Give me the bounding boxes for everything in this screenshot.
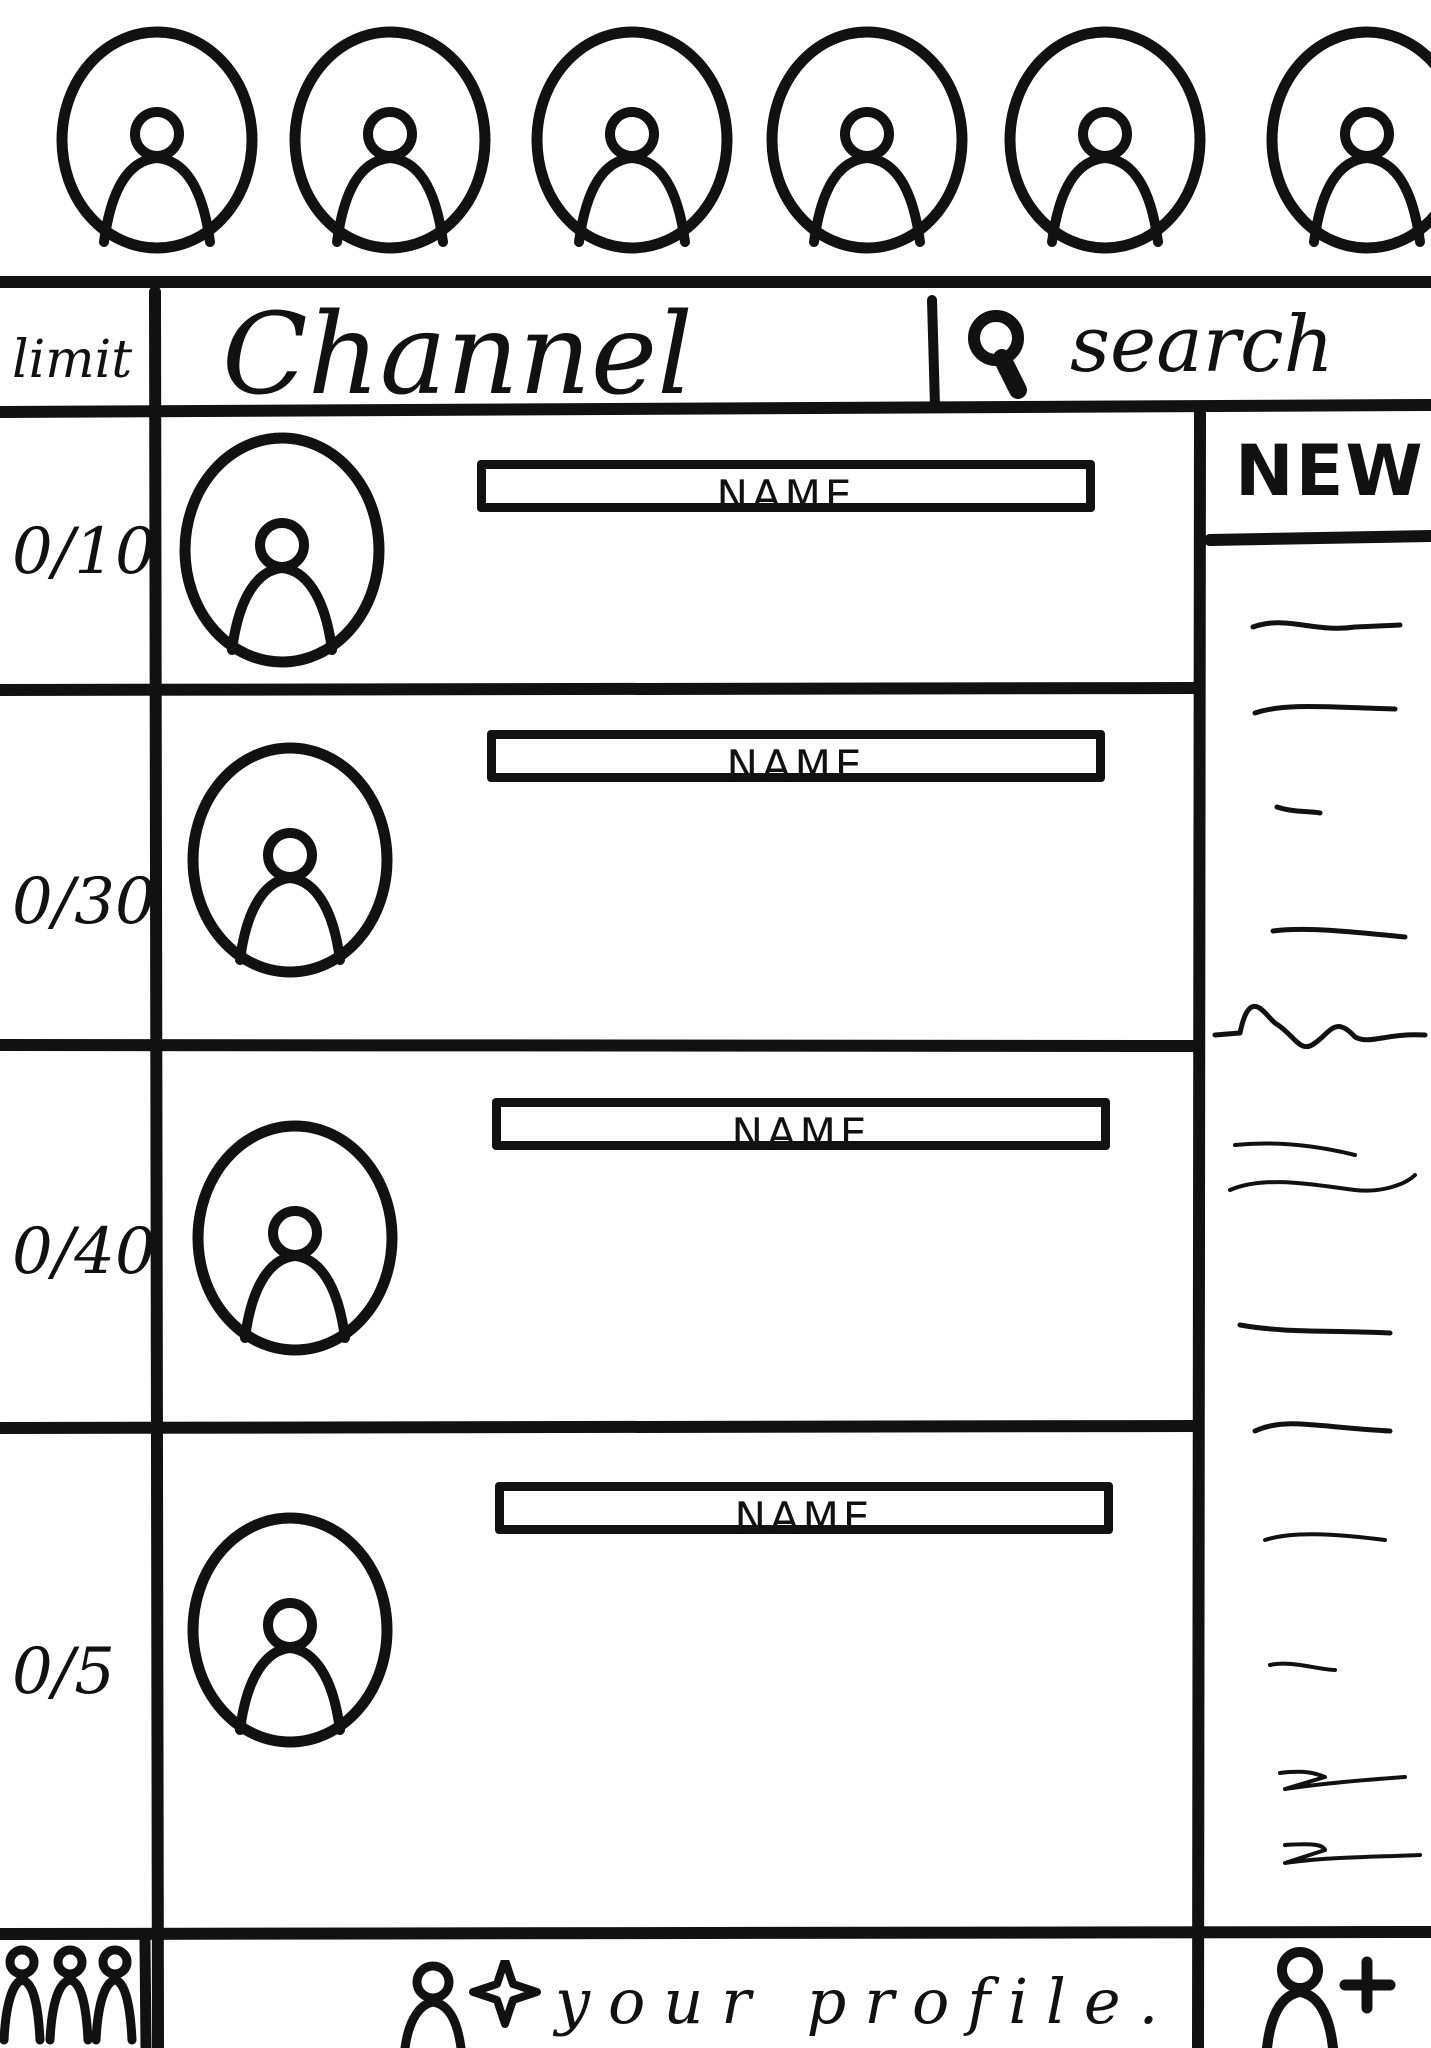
new-channels-list: [1212, 620, 1428, 1865]
channel-avatar: [185, 1500, 395, 1750]
channel-name: NAME: [734, 1493, 874, 1542]
search-icon: [968, 310, 1027, 399]
channel-name-bar: NAME: [495, 1482, 1113, 1539]
channel-name-bar: NAME: [477, 460, 1095, 517]
channel-limit: 0/10: [12, 515, 156, 589]
user-icon: [187, 742, 393, 978]
channel-avatar: [177, 420, 387, 670]
channel-avatar: [190, 1108, 400, 1358]
channel-avatar: [185, 730, 395, 980]
bottom-bar: your profile.: [0, 1940, 1431, 2048]
channel-limit: 0/40: [12, 1215, 156, 1289]
profile-sparkle-icon: [400, 1960, 541, 2048]
channel-limit: 0/5: [12, 1635, 115, 1709]
channel-row[interactable]: NAME: [165, 1058, 1195, 1423]
user-icon: [187, 1512, 393, 1748]
channel-limit: 0/30: [12, 865, 156, 939]
your-profile-label: your profile.: [555, 1965, 1177, 2038]
add-user-icon: [1262, 1947, 1396, 2048]
channel-name: NAME: [731, 1109, 871, 1158]
channel-name-bar: NAME: [492, 1098, 1110, 1155]
channel-name-bar: NAME: [487, 730, 1105, 787]
channel-name: NAME: [726, 741, 866, 790]
groups-icon: [0, 1945, 137, 2045]
limit-column-header: limit: [12, 330, 133, 390]
channel-row[interactable]: NAME: [165, 420, 1195, 682]
channel-row[interactable]: NAME: [165, 700, 1195, 1040]
search-label: search: [1070, 300, 1334, 390]
user-icon: [192, 1120, 398, 1356]
channel-row[interactable]: NAME: [165, 1440, 1195, 1925]
new-channels-header[interactable]: NEW: [1235, 430, 1425, 512]
channel-name: NAME: [716, 471, 856, 520]
user-icon: [179, 432, 385, 668]
add-user-button[interactable]: [1255, 1940, 1405, 2048]
groups-button[interactable]: [0, 1940, 140, 2048]
channel-title: Channel: [222, 290, 693, 420]
